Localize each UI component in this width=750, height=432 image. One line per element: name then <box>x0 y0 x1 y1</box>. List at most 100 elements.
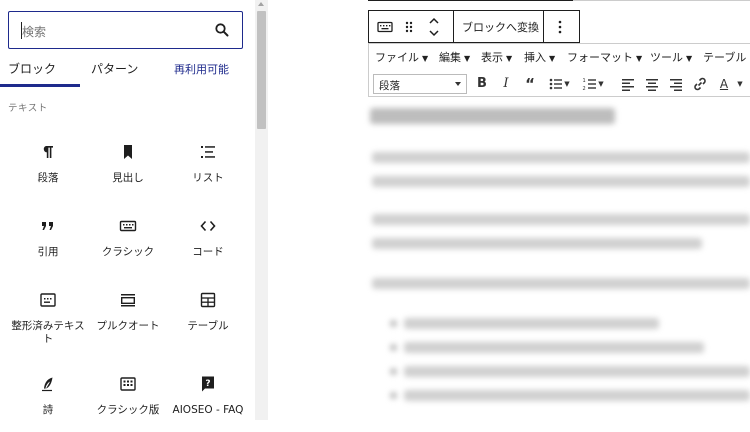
caret-down-icon: ▼ <box>686 54 693 63</box>
block-item-quote[interactable]: 引用 <box>8 204 88 274</box>
caret-down-icon <box>455 82 461 86</box>
italic-icon[interactable]: I <box>497 75 515 93</box>
block-inserter-panel: 検索 ブロック パターン 再利用可能 テキスト 段落 見出し リスト 引用 クラ… <box>0 0 255 420</box>
align-right-icon[interactable] <box>667 75 685 93</box>
blurred-text-line <box>404 342 704 353</box>
block-label: AIOSEO - FAQ <box>172 404 244 416</box>
blurred-text-line <box>372 238 702 249</box>
menu-format[interactable]: フォーマット ▼ <box>567 49 642 65</box>
tab-blocks[interactable]: ブロック <box>8 60 56 77</box>
menu-label: フォーマット <box>567 51 633 64</box>
scroll-thumb[interactable] <box>257 11 266 129</box>
feather-icon <box>42 377 53 392</box>
menu-view[interactable]: 表示 ▼ <box>481 49 512 65</box>
blurred-heading <box>370 108 615 124</box>
format-select-value: 段落 <box>379 80 400 92</box>
keyboard-icon[interactable] <box>377 19 393 35</box>
classic-menubar: ファイル ▼ 編集 ▼ 表示 ▼ 挿入 ▼ フォーマット ▼ ツール ▼ テーブル <box>369 44 750 68</box>
blurred-text-line <box>404 390 750 401</box>
editor-top-border-right <box>573 0 750 1</box>
align-left-icon[interactable] <box>619 75 637 93</box>
caret-down-icon[interactable]: ▼ <box>735 75 745 93</box>
menu-edit[interactable]: 編集 ▼ <box>439 49 470 65</box>
inserter-scrollbar[interactable] <box>255 0 268 420</box>
format-select[interactable]: 段落 <box>373 74 467 94</box>
table-icon <box>200 292 216 308</box>
blurred-bullet <box>390 344 397 351</box>
menu-label: ツール <box>650 51 683 64</box>
drag-handle-icon[interactable] <box>404 20 414 34</box>
classic-editor-toolbar: ファイル ▼ 編集 ▼ 表示 ▼ 挿入 ▼ フォーマット ▼ ツール ▼ テーブル 段落 B… <box>368 43 750 97</box>
block-item-preformatted[interactable]: 整形済みテキスト <box>8 278 88 358</box>
block-item-verse[interactable]: 詩 <box>8 362 88 432</box>
scroll-up-arrow-icon[interactable] <box>258 2 264 6</box>
caret-down-icon: ▼ <box>506 54 513 63</box>
block-label: コード <box>192 246 224 258</box>
category-title: テキスト <box>8 103 48 114</box>
blurred-text-line <box>372 278 750 289</box>
block-label: 整形済みテキスト <box>11 320 85 345</box>
move-up-down-icon[interactable] <box>427 15 441 39</box>
svg-text:1: 1 <box>583 78 586 84</box>
caret-down-icon: ▼ <box>422 54 429 63</box>
search-icon[interactable] <box>214 22 230 38</box>
more-options-icon[interactable] <box>557 19 563 35</box>
faq-icon: ? <box>202 376 214 392</box>
blurred-text-line <box>372 152 750 163</box>
menu-label: 表示 <box>481 51 503 64</box>
blurred-text-line <box>372 214 750 225</box>
blurred-bullet <box>390 320 397 327</box>
caret-down-icon[interactable]: ▼ <box>563 75 571 93</box>
tab-reusable[interactable]: 再利用可能 <box>174 61 229 77</box>
editor-canvas: ブロックへ変換 ファイル ▼ 編集 ▼ 表示 ▼ 挿入 ▼ フォーマット ▼ ツール ▼ テ… <box>268 0 750 420</box>
block-item-table[interactable]: テーブル <box>168 278 248 348</box>
block-label: 見出し <box>112 172 144 184</box>
toolbar-divider <box>543 11 544 42</box>
menu-tools[interactable]: ツール ▼ <box>650 49 692 65</box>
text-color-icon[interactable]: A <box>715 75 733 93</box>
convert-to-blocks-button[interactable]: ブロックへ変換 <box>462 19 539 35</box>
blockquote-icon[interactable]: “ <box>521 75 539 93</box>
block-toolbar: ブロックへ変換 <box>368 10 580 43</box>
block-label: リスト <box>192 172 224 184</box>
block-item-heading[interactable]: 見出し <box>88 130 168 200</box>
link-icon[interactable] <box>691 75 709 93</box>
block-item-classic-edition[interactable]: クラシック版 <box>88 362 168 432</box>
tab-patterns[interactable]: パターン <box>91 60 138 77</box>
block-item-list[interactable]: リスト <box>168 130 248 200</box>
block-label: クラシック <box>101 246 155 258</box>
block-item-aioseo-faq[interactable]: ? AIOSEO - FAQ <box>168 362 248 432</box>
block-label: 詩 <box>42 404 54 416</box>
inserter-tabs: ブロック パターン 再利用可能 <box>0 56 255 86</box>
block-item-classic[interactable]: クラシック <box>88 204 168 274</box>
caret-down-icon[interactable]: ▼ <box>597 75 605 93</box>
caret-down-icon: ▼ <box>464 54 471 63</box>
list-icon <box>201 146 215 158</box>
code-icon <box>200 220 216 232</box>
menu-label: ファイル <box>375 51 419 64</box>
block-label: 引用 <box>37 246 59 258</box>
block-label: 段落 <box>37 172 59 184</box>
block-label: クラシック版 <box>96 404 160 416</box>
svg-text:2: 2 <box>583 86 586 92</box>
bold-icon[interactable]: B <box>473 75 491 93</box>
blurred-text-line <box>404 366 750 377</box>
classic-grid-icon <box>120 377 136 391</box>
menu-label: 編集 <box>439 51 461 64</box>
caret-down-icon: ▼ <box>549 54 556 63</box>
pullquote-icon <box>121 294 136 307</box>
menu-table[interactable]: テーブル <box>703 49 746 65</box>
menu-insert[interactable]: 挿入 ▼ <box>524 49 555 65</box>
block-item-code[interactable]: コード <box>168 204 248 274</box>
align-center-icon[interactable] <box>643 75 661 93</box>
block-item-pullquote[interactable]: プルクオート <box>88 278 168 348</box>
block-item-paragraph[interactable]: 段落 <box>8 130 88 200</box>
block-label: プルクオート <box>96 320 160 332</box>
search-field[interactable]: 検索 <box>8 11 243 49</box>
keyboard-icon <box>119 220 137 232</box>
blurred-text-line <box>372 176 750 187</box>
menu-file[interactable]: ファイル ▼ <box>375 49 428 65</box>
active-tab-indicator <box>0 84 80 87</box>
menu-label: テーブル <box>703 51 747 64</box>
search-input[interactable]: 検索 <box>22 23 46 40</box>
